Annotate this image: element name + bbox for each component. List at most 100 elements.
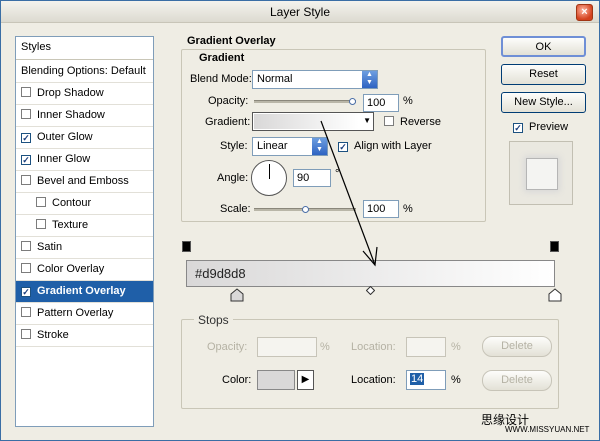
styles-list-item[interactable]: Bevel and Emboss [16,171,153,193]
window-title: Layer Style [269,5,331,19]
color-stop-right-icon[interactable] [548,288,562,302]
styles-list-item-label: Inner Glow [37,153,91,165]
style-checkbox[interactable] [21,307,31,317]
stop-opacity-unit: % [320,341,330,353]
blend-mode-value: Normal [257,73,293,85]
opacity-slider[interactable] [254,98,356,105]
opacity-stop-left[interactable] [182,241,191,252]
styles-list-item-label: Satin [37,241,63,253]
styles-list-item[interactable]: ✓ Gradient Overlay [16,281,153,303]
style-checkbox[interactable]: ✓ [21,287,31,297]
styles-list-item-label: Bevel and Emboss [37,175,129,187]
stop-color-location-unit: % [451,374,461,386]
midpoint-diamond-icon[interactable] [366,286,375,295]
styles-list-item-label: Drop Shadow [37,87,104,99]
reverse-option[interactable]: Reverse [384,116,441,128]
preview-swatch [526,158,558,190]
opacity-stop-right[interactable] [550,241,559,252]
close-button[interactable]: × [576,4,593,21]
section-title: Gradient Overlay [187,35,276,47]
stops-group [181,319,559,409]
angle-label: Angle: [217,172,249,184]
preview-checkbox[interactable]: ✓ [513,123,523,133]
style-checkbox[interactable] [36,197,46,207]
ok-button[interactable]: OK [501,36,586,57]
styles-panel: Styles Blending Options: Default Drop Sha… [15,36,154,427]
select-spinner-icon: ▲ ▼ [362,71,377,88]
styles-list-item-label: Inner Shadow [37,109,105,121]
color-stop-left-icon[interactable] [230,288,244,302]
delete-color-stop-button[interactable]: Delete [482,370,552,391]
style-value: Linear [257,140,288,152]
group-title: Gradient [197,52,247,64]
reset-button[interactable]: Reset [501,64,586,85]
style-checkbox[interactable]: ✓ [21,133,31,143]
stop-opacity-location-input [406,337,446,357]
style-checkbox[interactable] [21,329,31,339]
style-checkbox[interactable] [21,241,31,251]
style-checkbox[interactable] [21,87,31,97]
gradient-label: Gradient: [205,116,251,128]
color-menu-arrow-icon[interactable]: ▶ [297,370,314,390]
blend-mode-label: Blend Mode: [190,73,252,85]
stop-color-swatch[interactable] [257,370,295,390]
title-bar: Layer Style × [1,1,599,23]
styles-list-item[interactable]: ✓ Outer Glow [16,127,153,149]
style-checkbox[interactable] [21,263,31,273]
style-preview [509,141,573,205]
stop-opacity-location-unit: % [451,341,461,353]
preview-option[interactable]: ✓ Preview [513,121,568,133]
annotation-arrow-icon [320,120,378,267]
opacity-slider-knob[interactable] [349,98,356,105]
new-style-button[interactable]: New Style... [501,92,586,113]
stop-opacity-input [257,337,317,357]
stop-color-label: Color: [222,374,252,386]
styles-list-item-label: Color Overlay [37,263,105,275]
opacity-input[interactable]: 100 [363,94,399,112]
stop-opacity-location-label: Location: [351,341,396,353]
watermark-url: WWW.MISSYUAN.NET [505,425,590,434]
opacity-unit: % [403,95,413,107]
scale-unit: % [403,203,413,215]
styles-list-item-label: Gradient Overlay [37,285,126,297]
styles-list-item-label: Pattern Overlay [37,307,114,319]
styles-list-item[interactable]: Blending Options: Default [16,61,153,83]
styles-list-item-label: Blending Options: Default [21,65,146,77]
styles-header[interactable]: Styles [16,37,153,60]
style-checkbox[interactable] [21,175,31,185]
style-checkbox[interactable] [36,219,46,229]
angle-dial[interactable] [251,160,287,196]
stop-color-location-value: 14 [410,373,425,385]
styles-list-item[interactable]: Contour [16,193,153,215]
angle-dial-needle [269,164,270,179]
reverse-checkbox[interactable] [384,116,394,126]
styles-list-item[interactable]: Pattern Overlay [16,303,153,325]
style-checkbox[interactable]: ✓ [21,155,31,165]
stop-color-location-label: Location: [351,374,396,386]
blend-mode-select[interactable]: Normal ▲ ▼ [252,70,378,89]
gradient-hex-label: #d9d8d8 [195,266,246,281]
styles-list-item[interactable]: Inner Shadow [16,105,153,127]
style-checkbox[interactable] [21,109,31,119]
scale-label: Scale: [220,203,251,215]
opacity-label: Opacity: [208,95,249,107]
stop-opacity-label: Opacity: [207,341,248,353]
preview-label: Preview [529,121,569,133]
styles-list-item[interactable]: ✓ Inner Glow [16,149,153,171]
styles-list-item[interactable]: Color Overlay [16,259,153,281]
stop-color-location-input[interactable]: 14 [406,370,446,390]
styles-list-item-label: Contour [52,197,92,209]
style-label: Style: [220,140,248,152]
styles-list-item[interactable]: Stroke [16,325,153,347]
reverse-label: Reverse [400,116,441,128]
scale-slider-knob[interactable] [301,206,309,213]
styles-list-item[interactable]: Texture [16,215,153,237]
style-select[interactable]: Linear ▲ ▼ [252,137,328,156]
layer-style-dialog: Layer Style × Styles Blending Options: D… [0,0,600,441]
delete-opacity-stop-button[interactable]: Delete [482,336,552,357]
styles-list-item[interactable]: Drop Shadow [16,83,153,105]
styles-list-item-label: Texture [52,219,89,231]
styles-list-item[interactable]: Satin [16,237,153,259]
styles-list-item-label: Stroke [37,329,69,341]
styles-list-item-label: Outer Glow [37,131,93,143]
